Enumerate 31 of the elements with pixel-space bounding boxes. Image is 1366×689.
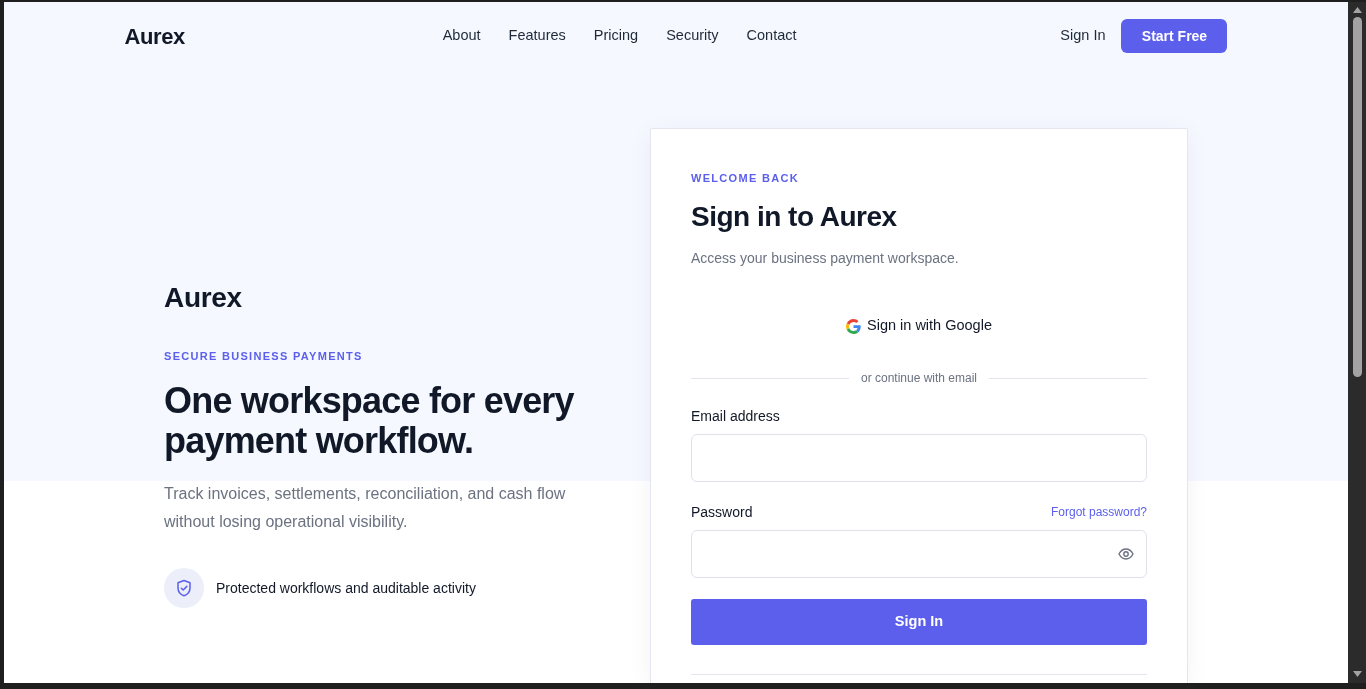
start-free-button[interactable]: Start Free [1121, 19, 1228, 53]
feature-text: Protected workflows and auditable activity [216, 578, 476, 598]
description-text: Track invoices, settlements, reconciliation, and cash flow without losing operational visibility. [164, 484, 567, 532]
headline: One workspace for every payment workflow. [164, 381, 575, 461]
card-subtitle: Access your business payment workspace. [691, 249, 960, 268]
field-label: Password [691, 503, 753, 522]
sign-in-button[interactable]: Sign In [691, 599, 1147, 645]
scroll-down-icon[interactable] [1352, 671, 1362, 677]
shield-check-icon [164, 568, 204, 608]
card-title: Sign in to Aurex [691, 200, 898, 234]
nav-link[interactable]: About [442, 25, 481, 47]
scroll-up-icon[interactable] [1352, 7, 1362, 13]
email-field[interactable] [691, 434, 1147, 482]
nav-link[interactable]: Pricing [593, 25, 639, 47]
nav-link[interactable]: Contact [746, 25, 797, 47]
eyebrow-text: SECURE BUSINESS PAYMENTS [164, 349, 364, 364]
g-logo-icon [846, 318, 862, 334]
forgot-password-link[interactable]: Forgot password? [1050, 503, 1147, 521]
divider-text: or continue with email [860, 370, 978, 387]
scrollbar-thumb[interactable] [1352, 17, 1362, 377]
brand-name: Aurex [164, 281, 243, 315]
nav-link[interactable]: Security [666, 25, 719, 47]
nav-link[interactable]: Features [508, 25, 566, 47]
google-sign-in-button[interactable]: Sign in with Google [846, 314, 992, 338]
logo-text[interactable]: Aurex [124, 19, 185, 53]
password-field[interactable] [691, 530, 1147, 578]
scrollbar[interactable] [1348, 2, 1366, 683]
eyebrow-text: WELCOME BACK [691, 171, 800, 186]
field-label: Email address [691, 407, 780, 426]
sign-in-link[interactable]: Sign In [1060, 25, 1106, 47]
eye-icon[interactable] [1118, 546, 1134, 562]
